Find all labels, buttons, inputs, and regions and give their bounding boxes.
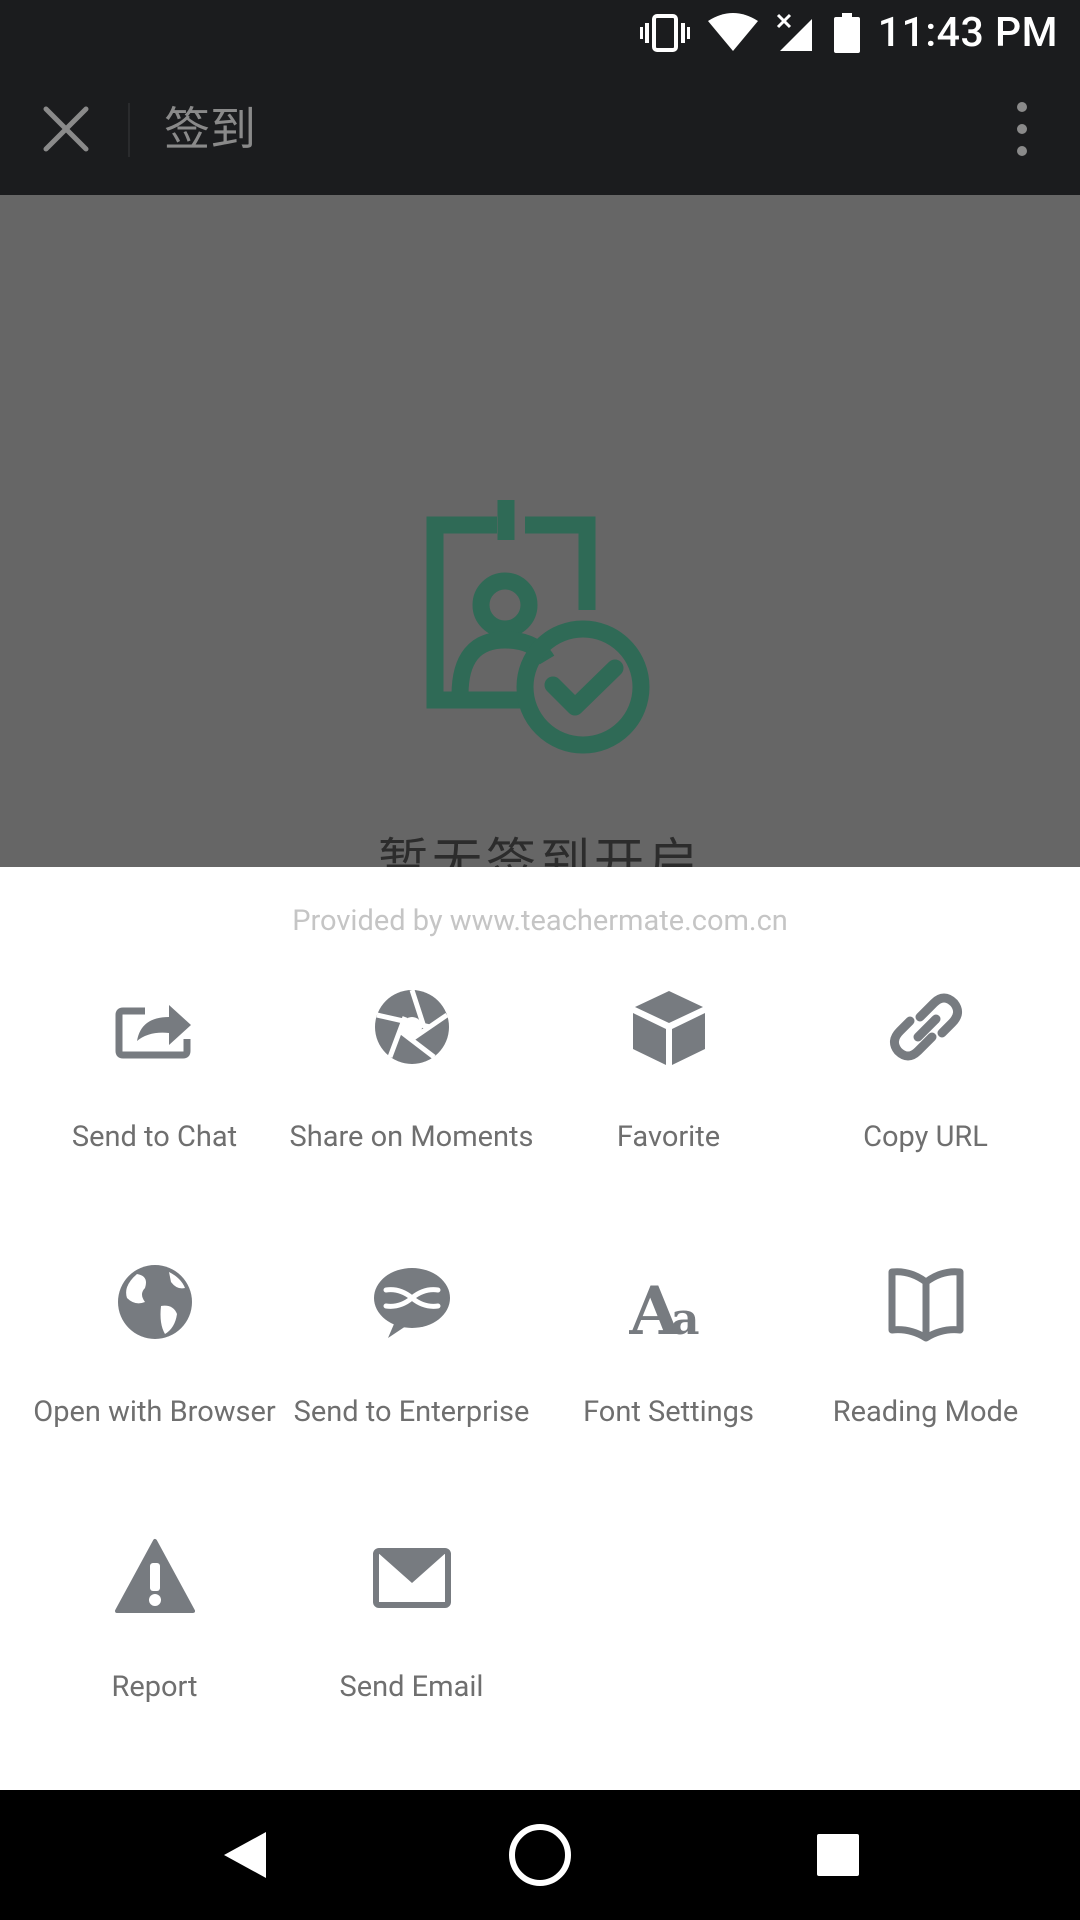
cube-icon	[632, 991, 705, 1065]
envelope-icon	[372, 1548, 451, 1608]
check-in-badge-icon	[426, 500, 650, 754]
share-on-moments-button[interactable]: Share on Moments	[283, 987, 540, 1262]
page-title: 签到	[164, 103, 256, 157]
item-label: Favorite	[616, 1119, 721, 1154]
back-triangle-icon	[224, 1832, 266, 1878]
item-label: Font Settings	[583, 1394, 754, 1429]
item-label: Send to Chat	[71, 1119, 238, 1154]
svg-text:a: a	[671, 1294, 700, 1342]
cellular-no-signal-icon	[776, 13, 812, 51]
open-with-browser-button[interactable]: Open with Browser	[26, 1262, 283, 1537]
aperture-icon	[374, 989, 449, 1064]
system-nav-bar	[0, 1790, 1080, 1920]
close-icon	[43, 106, 89, 152]
home-circle-icon	[509, 1824, 571, 1886]
provider-text: Provided by www.teachermate.com.cn	[292, 904, 788, 938]
home-button[interactable]	[500, 1815, 580, 1895]
send-to-chat-button[interactable]: Send to Chat	[26, 987, 283, 1262]
reading-mode-button[interactable]: Reading Mode	[797, 1262, 1054, 1537]
item-label: Open with Browser	[33, 1394, 276, 1429]
copy-url-button[interactable]: Copy URL	[797, 987, 1054, 1262]
item-label: Reading Mode	[832, 1394, 1019, 1429]
share-sheet: Provided by www.teachermate.com.cn Send …	[0, 867, 1080, 1790]
back-button[interactable]	[205, 1815, 285, 1895]
enterprise-chat-icon	[373, 1268, 450, 1338]
share-options-grid: Send to Chat Share on Moments Favorite C…	[0, 987, 1080, 1812]
report-button[interactable]: Report	[26, 1537, 283, 1812]
status-bar: 11:43 PM	[0, 0, 1080, 65]
warning-icon	[114, 1539, 195, 1613]
status-icons: 11:43 PM	[639, 0, 1058, 65]
wifi-icon	[707, 12, 758, 51]
close-button[interactable]	[30, 93, 102, 165]
item-label: Copy URL	[863, 1119, 988, 1154]
title-divider	[128, 103, 130, 157]
item-label: Share on Moments	[289, 1119, 534, 1154]
globe-icon	[117, 1265, 192, 1339]
link-icon	[889, 993, 962, 1061]
recents-square-icon	[817, 1834, 859, 1876]
more-vertical-icon	[1017, 102, 1027, 156]
vibrate-icon	[639, 13, 690, 52]
favorite-button[interactable]: Favorite	[540, 987, 797, 1262]
font-settings-button[interactable]: A a Font Settings	[540, 1262, 797, 1537]
send-to-enterprise-button[interactable]: Send to Enterprise	[283, 1262, 540, 1537]
more-options-button[interactable]	[992, 93, 1052, 165]
clock: 11:43 PM	[877, 8, 1058, 57]
open-book-icon	[888, 1268, 963, 1342]
web-content-overlay: 暂无签到开启	[0, 195, 1080, 867]
item-label: Send to Enterprise	[293, 1394, 530, 1429]
item-label: Send Email	[339, 1669, 484, 1704]
empty-state-text: 暂无签到开启	[378, 834, 702, 867]
item-label: Report	[111, 1669, 198, 1704]
send-email-button[interactable]: Send Email	[283, 1537, 540, 1812]
battery-icon	[833, 12, 860, 53]
share-arrow-icon	[115, 1005, 191, 1059]
font-aa-icon: A a	[629, 1272, 700, 1342]
title-bar: 签到	[0, 65, 1080, 195]
recents-button[interactable]	[798, 1815, 878, 1895]
